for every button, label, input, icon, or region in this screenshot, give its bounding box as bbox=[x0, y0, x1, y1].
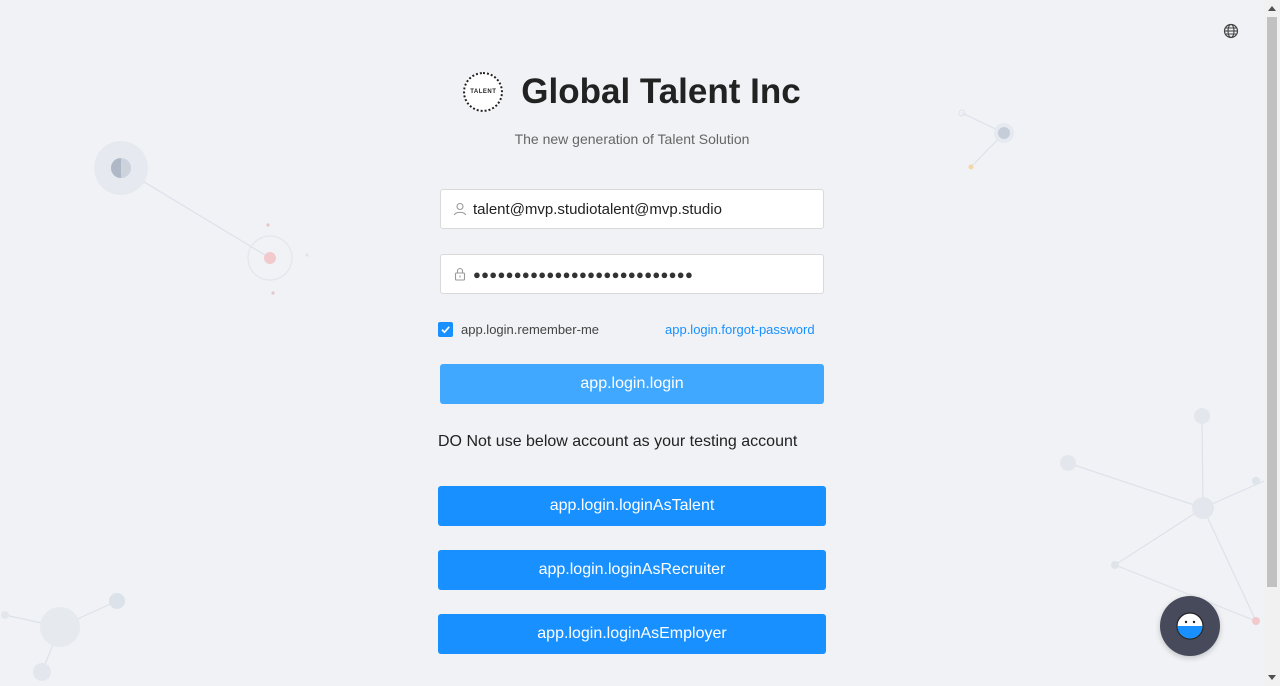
username-input[interactable] bbox=[473, 193, 823, 225]
logo-text: TALENT bbox=[470, 89, 497, 95]
page-title: Global Talent Inc bbox=[521, 72, 801, 111]
password-field[interactable]: ●●●●●●●●●●●●●●●●●●●●●●●●●●● bbox=[440, 254, 824, 294]
username-field[interactable] bbox=[440, 189, 824, 229]
chat-avatar-icon bbox=[1176, 612, 1204, 640]
testing-account-notice: DO Not use below account as your testing… bbox=[438, 433, 798, 450]
login-button[interactable]: app.login.login bbox=[440, 364, 824, 404]
chat-widget-button[interactable] bbox=[1160, 596, 1220, 656]
lock-icon bbox=[453, 267, 467, 281]
user-icon bbox=[453, 202, 467, 216]
scroll-up-arrow-icon[interactable] bbox=[1264, 0, 1280, 16]
login-as-talent-button[interactable]: app.login.loginAsTalent bbox=[438, 486, 826, 526]
vertical-scrollbar[interactable] bbox=[1264, 0, 1280, 686]
scrollbar-thumb[interactable] bbox=[1267, 17, 1277, 587]
page-subtitle: The new generation of Talent Solution bbox=[514, 131, 750, 147]
company-logo: TALENT bbox=[463, 72, 504, 112]
scroll-down-arrow-icon[interactable] bbox=[1264, 670, 1280, 686]
globe-icon bbox=[1223, 23, 1239, 39]
language-switcher[interactable] bbox=[1221, 21, 1241, 41]
login-as-recruiter-button[interactable]: app.login.loginAsRecruiter bbox=[438, 550, 826, 590]
password-input[interactable]: ●●●●●●●●●●●●●●●●●●●●●●●●●●● bbox=[473, 267, 823, 282]
remember-me-label: app.login.remember-me bbox=[461, 322, 600, 337]
login-page: TALENT Global Talent Inc The new generat… bbox=[0, 0, 1264, 686]
checkbox-checked-icon[interactable] bbox=[438, 322, 453, 337]
remember-me-checkbox[interactable]: app.login.remember-me bbox=[438, 322, 599, 337]
forgot-password-link[interactable]: app.login.forgot-password bbox=[665, 322, 815, 337]
brand-header: TALENT Global Talent Inc bbox=[0, 72, 1264, 112]
login-as-employer-button[interactable]: app.login.loginAsEmployer bbox=[438, 614, 826, 654]
